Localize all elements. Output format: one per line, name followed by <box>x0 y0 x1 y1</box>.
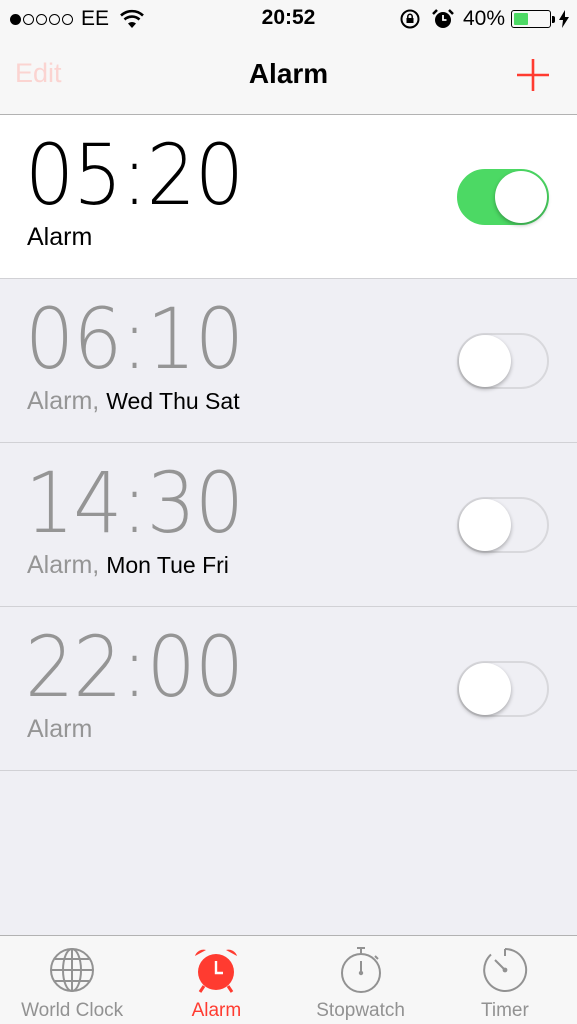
tab-label: Stopwatch <box>316 1000 405 1021</box>
tab-world-clock[interactable]: World Clock <box>0 936 144 1024</box>
tab-bar: World Clock Alarm Stopwatch Timer <box>0 935 577 1024</box>
charging-bolt-icon <box>559 10 569 28</box>
page-title: Alarm <box>248 58 329 89</box>
alarm-row[interactable]: 22:00 Alarm <box>0 607 577 771</box>
alarm-toggle[interactable] <box>457 169 549 225</box>
status-right: 40% <box>399 6 569 32</box>
tab-label: World Clock <box>21 1000 124 1021</box>
alarm-toggle[interactable] <box>457 661 549 717</box>
battery-level <box>514 13 528 25</box>
toggle-knob <box>459 499 511 551</box>
tab-stopwatch[interactable]: Stopwatch <box>289 936 433 1024</box>
stopwatch-icon <box>340 947 381 993</box>
alarm-time: 05:20 <box>25 126 244 224</box>
alarm-row[interactable]: 05:20 Alarm <box>0 115 577 279</box>
alarm-label: Alarm <box>27 223 93 251</box>
alarm-time: 14:30 <box>25 454 244 552</box>
alarm-list: 05:20 Alarm 06:10 Alarm, Wed Thu Sat 14:… <box>0 115 577 771</box>
alarm-row[interactable]: 06:10 Alarm, Wed Thu Sat <box>0 279 577 443</box>
toggle-knob <box>459 663 511 715</box>
alarm-toggle[interactable] <box>457 497 549 553</box>
alarm-repeat-days: Mon Tue Fri <box>106 552 229 578</box>
toggle-knob <box>459 335 511 387</box>
battery-percentage: 40% <box>462 7 505 30</box>
alarm-repeat-days: Wed Thu Sat <box>106 388 240 414</box>
tab-label: Timer <box>480 1000 529 1021</box>
alarm-subtitle: Alarm, Wed Thu Sat <box>27 387 240 416</box>
alarm-subtitle: Alarm <box>27 715 92 744</box>
alarm-toggle[interactable] <box>457 333 549 389</box>
timer-icon <box>483 947 528 992</box>
alarm-time: 22:00 <box>25 618 244 716</box>
tab-label: Alarm <box>191 1000 242 1021</box>
battery-tip <box>552 15 555 23</box>
toggle-knob <box>495 171 547 223</box>
alarm-clock-icon <box>195 949 238 993</box>
alarm-label: Alarm <box>27 715 93 743</box>
add-alarm-button[interactable] <box>515 57 551 93</box>
status-bar: EE 20:52 40% <box>0 0 577 40</box>
alarm-label: Alarm, <box>27 551 100 579</box>
alarm-subtitle: Alarm, Mon Tue Fri <box>27 551 229 580</box>
globe-icon <box>50 948 95 992</box>
tab-alarm[interactable]: Alarm <box>144 936 288 1024</box>
alarm-time: 06:10 <box>25 290 244 388</box>
alarm-label: Alarm, <box>27 387 100 415</box>
battery-icon <box>511 10 551 28</box>
tab-timer[interactable]: Timer <box>433 936 577 1024</box>
alarm-status-icon <box>432 9 454 28</box>
navigation-bar: Edit Alarm <box>0 40 577 115</box>
rotation-lock-icon <box>400 9 420 29</box>
alarm-row[interactable]: 14:30 Alarm, Mon Tue Fri <box>0 443 577 607</box>
alarm-subtitle: Alarm <box>27 223 92 252</box>
